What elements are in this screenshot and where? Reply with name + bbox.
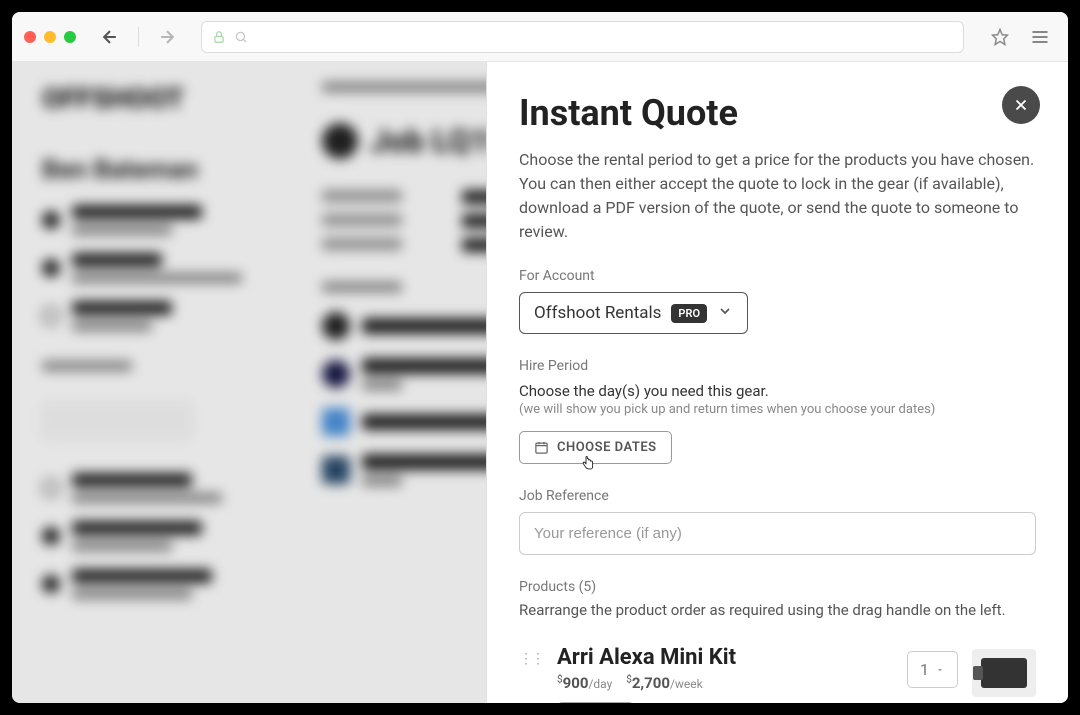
hamburger-icon: [1030, 27, 1050, 47]
cursor-icon: [580, 454, 596, 476]
account-select[interactable]: Offshoot Rentals PRO: [519, 292, 748, 334]
star-icon: [991, 28, 1009, 46]
products-label: Products (5): [519, 579, 1036, 595]
product-row: ⋮⋮ Arri Alexa Mini Kit $900/day $2,700/w…: [519, 635, 1036, 703]
choose-dates-label: CHOOSE DATES: [557, 440, 657, 455]
close-modal-button[interactable]: [1002, 86, 1040, 124]
menu-button[interactable]: [1024, 21, 1056, 53]
camera-icon: [981, 658, 1027, 688]
account-label: For Account: [519, 268, 1036, 284]
products-helper: Rearrange the product order as required …: [519, 601, 1036, 619]
minimize-window-button[interactable]: [44, 31, 56, 43]
product-thumbnail: [972, 649, 1036, 697]
window-controls: [24, 31, 76, 43]
pro-badge: PRO: [671, 304, 707, 323]
hire-period-label: Hire Period: [519, 358, 1036, 374]
chevron-down-icon: [717, 303, 733, 323]
close-icon: [1012, 96, 1030, 114]
instant-quote-modal: Instant Quote Choose the rental period t…: [486, 62, 1068, 703]
job-reference-input[interactable]: [519, 512, 1036, 555]
modal-overlay[interactable]: Instant Quote Choose the rental period t…: [12, 62, 1068, 703]
calendar-icon: [534, 440, 549, 455]
hire-helper-text: Choose the day(s) you need this gear.: [519, 382, 1036, 400]
caret-down-icon: [935, 665, 945, 675]
browser-toolbar: [12, 12, 1068, 62]
arrow-right-icon: [157, 27, 177, 47]
drag-handle-icon[interactable]: ⋮⋮: [519, 645, 543, 667]
arrow-left-icon: [100, 27, 120, 47]
remove-button[interactable]: REMOVE: [557, 702, 634, 703]
product-name: Arri Alexa Mini Kit: [557, 645, 893, 670]
modal-description: Choose the rental period to get a price …: [519, 148, 1036, 244]
modal-title: Instant Quote: [519, 92, 1036, 134]
search-icon: [234, 30, 248, 44]
choose-dates-button[interactable]: CHOOSE DATES: [519, 431, 672, 464]
quantity-select[interactable]: 1: [907, 651, 958, 688]
divider: [138, 27, 139, 47]
product-pricing: $900/day $2,700/week: [557, 674, 893, 692]
back-button[interactable]: [96, 23, 124, 51]
maximize-window-button[interactable]: [64, 31, 76, 43]
bookmark-button[interactable]: [984, 21, 1016, 53]
quantity-value: 1: [920, 660, 929, 679]
page-content: OFFSHOOT Ben Bateman Job LQ193: [12, 62, 1068, 703]
lock-icon: [212, 30, 226, 44]
close-window-button[interactable]: [24, 31, 36, 43]
forward-button[interactable]: [153, 23, 181, 51]
job-ref-label: Job Reference: [519, 488, 1036, 504]
url-bar[interactable]: [201, 21, 964, 53]
account-name: Offshoot Rentals: [534, 303, 661, 323]
browser-window: OFFSHOOT Ben Bateman Job LQ193: [12, 12, 1068, 703]
hire-sub-text: (we will show you pick up and return tim…: [519, 402, 1036, 417]
